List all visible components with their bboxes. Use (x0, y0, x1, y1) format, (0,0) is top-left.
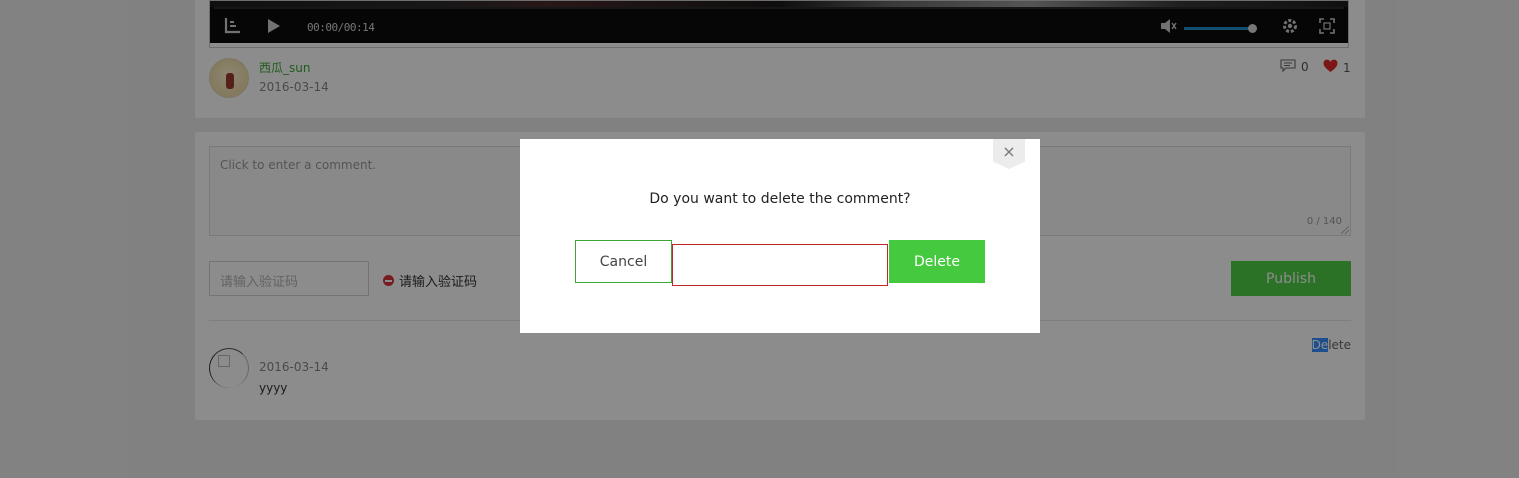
delete-button[interactable]: Delete (889, 240, 985, 283)
delete-confirm-dialog: × Do you want to delete the comment? Can… (520, 139, 1040, 333)
cancel-button[interactable]: Cancel (575, 240, 672, 283)
dialog-message: Do you want to delete the comment? (649, 191, 911, 207)
focus-outline-box (672, 244, 888, 286)
page: 00:00/00:14 西瓜_sun 2016-03-14 0 1 Click … (0, 0, 1519, 478)
close-icon[interactable]: × (993, 139, 1025, 169)
